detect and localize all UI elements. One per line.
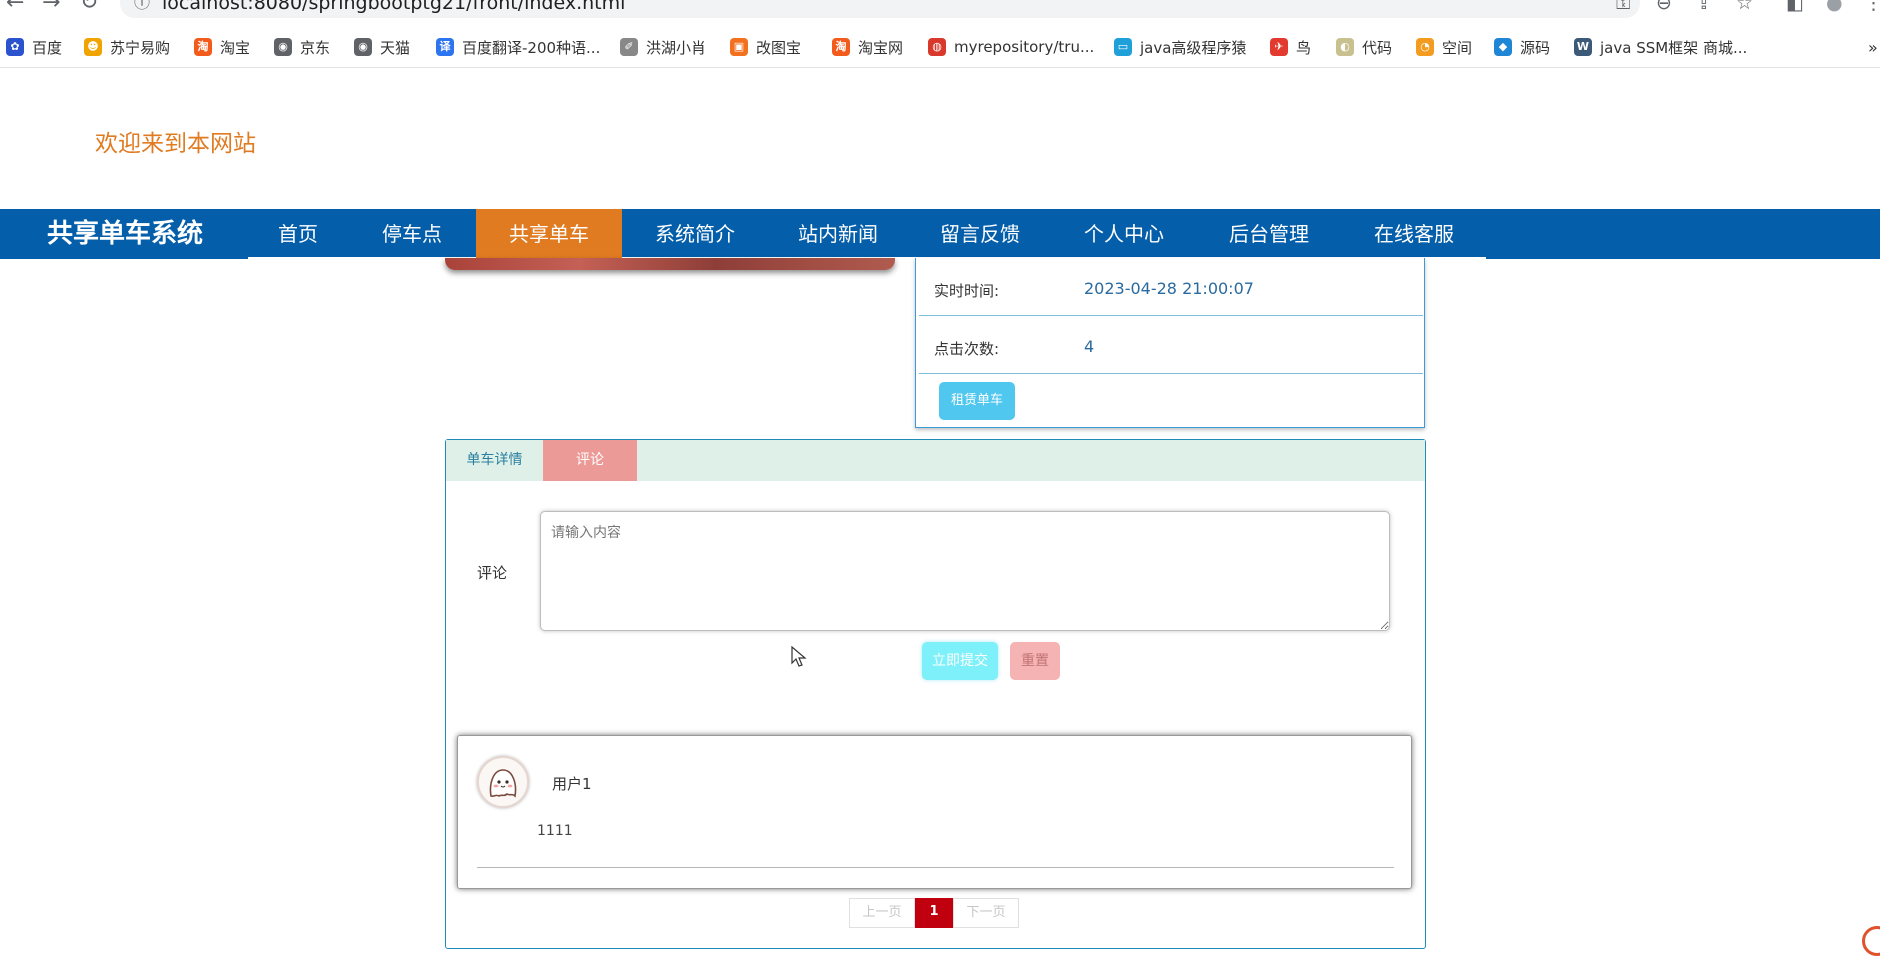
nav-home[interactable]: 首页: [248, 209, 348, 259]
bookmark-item[interactable]: ☻ 苏宁易购: [84, 34, 170, 60]
gaitubao-icon: ▣: [730, 38, 748, 56]
bookmark-item[interactable]: ◉ 京东: [274, 34, 330, 60]
globe-icon: ◉: [354, 38, 372, 56]
leaf-icon: ◐: [1336, 38, 1354, 56]
info-row-clicks: 点击次数: 4: [919, 316, 1423, 374]
share-icon[interactable]: ⇪: [1696, 0, 1712, 18]
bookmark-item[interactable]: ◐ 代码: [1336, 34, 1392, 60]
bilibili-icon: ▭: [1114, 38, 1132, 56]
nav-news[interactable]: 站内新闻: [768, 209, 908, 259]
bookmark-item[interactable]: ✐ 洪湖小肖: [620, 34, 706, 60]
tab-comment[interactable]: 评论: [543, 440, 637, 481]
bookmark-item[interactable]: ✿ 百度: [6, 34, 62, 60]
bookmark-item[interactable]: ◍ myrepository/tru...: [928, 34, 1094, 60]
baidu-paw-icon: ✿: [6, 38, 24, 56]
comment-label: 评论: [477, 564, 508, 582]
bike-photo: [445, 258, 895, 270]
taobao-icon: 淘: [832, 38, 850, 56]
submit-button[interactable]: 立即提交: [922, 642, 998, 680]
wordpress-icon: W: [1574, 38, 1592, 56]
bookmark-item[interactable]: ✈ 鸟: [1270, 34, 1311, 60]
welcome-text: 欢迎来到本网站: [95, 131, 256, 157]
bird-icon: ✈: [1270, 38, 1288, 56]
nav-customer-service[interactable]: 在线客服: [1342, 209, 1486, 259]
bookmark-item[interactable]: 译百度翻译-200种语...: [436, 34, 600, 60]
bookmark-item[interactable]: Wjava SSM框架 商城...: [1574, 34, 1747, 60]
pagination-prev-button[interactable]: 上一页: [849, 898, 915, 928]
comment-content: 1111: [537, 823, 573, 839]
profile-icon[interactable]: ●: [1826, 0, 1843, 18]
key-icon[interactable]: ⚿: [1616, 0, 1630, 18]
baidu-translate-icon: 译: [436, 38, 454, 56]
back-icon[interactable]: ←: [6, 0, 24, 18]
bookmark-item[interactable]: ◔ 空间: [1416, 34, 1472, 60]
tab-bike-detail[interactable]: 单车详情: [446, 440, 543, 481]
nav-feedback[interactable]: 留言反馈: [908, 209, 1052, 259]
bookmark-item[interactable]: ▭ java高级程序猿: [1114, 34, 1246, 60]
bookmarks-bar: ✿ 百度 ☻ 苏宁易购 淘淘宝 ◉ 京东 ◉ 天猫 译百度翻译-200种语... ✐ 洪湖…: [0, 34, 1880, 60]
sidebar-icon[interactable]: ◧: [1786, 0, 1804, 18]
rent-bike-button[interactable]: 租赁单车: [939, 382, 1015, 420]
comment-input[interactable]: [540, 511, 1390, 631]
suning-lion-icon: ☻: [84, 38, 102, 56]
fish-icon: ◆: [1494, 38, 1512, 56]
main-navbar: 共享单车系统 首页 停车点 共享单车 系统简介 站内新闻 留言反馈 个人中心 后…: [0, 209, 1880, 259]
info-value: 4: [1084, 337, 1095, 356]
taobao-icon: 淘: [194, 38, 212, 56]
bookmark-item[interactable]: 淘淘宝: [194, 34, 250, 60]
forward-icon[interactable]: →: [42, 0, 60, 18]
info-label: 实时时间:: [934, 282, 1000, 300]
browser-chrome: ← → ↻ ⓘ localhost:8080/springbootptg21/f…: [0, 0, 1880, 68]
avatar: [477, 756, 529, 808]
nav-admin[interactable]: 后台管理: [1196, 209, 1342, 259]
pagination-page-button[interactable]: 1: [915, 898, 953, 928]
comment-card: 用户1 1111: [457, 735, 1412, 889]
more-icon[interactable]: ⋮: [1864, 0, 1880, 18]
nav-about[interactable]: 系统简介: [622, 209, 768, 259]
comment-username: 用户1: [552, 775, 592, 793]
bookmarks-overflow-icon[interactable]: »: [1868, 34, 1878, 60]
chrome-icon: ◍: [928, 38, 946, 56]
bookmark-item[interactable]: ◆ 源码: [1494, 34, 1550, 60]
bookmark-item[interactable]: 淘淘宝网: [832, 34, 903, 60]
reload-icon[interactable]: ↻: [80, 0, 98, 18]
bookmark-item[interactable]: ◉ 天猫: [354, 34, 410, 60]
nav-parking[interactable]: 停车点: [348, 209, 476, 259]
floating-widget-icon[interactable]: [1862, 926, 1880, 956]
bookmark-item[interactable]: ▣ 改图宝: [730, 34, 801, 60]
nav-underline: [248, 257, 348, 259]
reset-button[interactable]: 重置: [1010, 642, 1060, 680]
site-info-icon[interactable]: ⓘ: [134, 0, 150, 18]
site-brand[interactable]: 共享单车系统: [47, 209, 203, 259]
mouse-cursor-icon: [791, 646, 807, 667]
bird-icon: ✐: [620, 38, 638, 56]
info-row-time: 实时时间: 2023-04-28 21:00:07: [919, 258, 1423, 316]
nav-shared-bike[interactable]: 共享单车: [476, 209, 622, 259]
nav-profile[interactable]: 个人中心: [1052, 209, 1196, 259]
address-row: ← → ↻ ⓘ localhost:8080/springbootptg21/f…: [0, 0, 1880, 18]
info-value: 2023-04-28 21:00:07: [1084, 279, 1254, 298]
info-label: 点击次数:: [934, 340, 1000, 358]
globe-icon: ◉: [274, 38, 292, 56]
qzone-icon: ◔: [1416, 38, 1434, 56]
url-text[interactable]: localhost:8080/springbootptg21/front/ind…: [162, 0, 625, 18]
bike-info-panel: 实时时间: 2023-04-28 21:00:07 点击次数: 4 租赁单车: [915, 258, 1425, 428]
tab-bar: 单车详情 评论: [446, 440, 1425, 481]
pagination-next-button[interactable]: 下一页: [953, 898, 1019, 928]
divider: [477, 867, 1394, 868]
ghost-avatar-icon: [489, 769, 517, 798]
detail-tabs: 单车详情 评论 评论 立即提交 重置 用户1 1111 上一页 1 下一页: [445, 439, 1426, 949]
zoom-icon[interactable]: ⊖: [1656, 0, 1672, 18]
star-icon[interactable]: ☆: [1736, 0, 1753, 18]
